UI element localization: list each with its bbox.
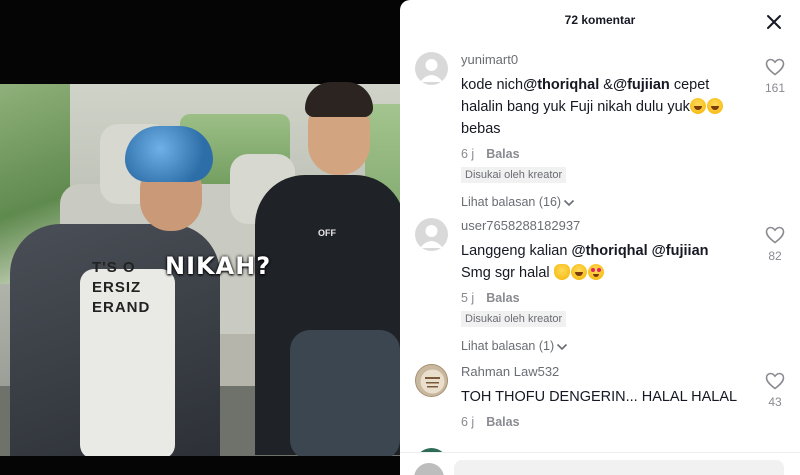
mention-link[interactable]: @fujiian (613, 77, 670, 93)
comments-header: 72 komentar (400, 0, 800, 42)
view-replies-label: Lihat balasan (1) (461, 339, 555, 353)
heart-icon[interactable] (765, 226, 785, 244)
view-replies-button[interactable]: Lihat balasan (16) (461, 195, 741, 209)
current-user-avatar (414, 463, 444, 475)
liked-by-creator-badge: Disukai oleh kreator (461, 167, 567, 183)
like-column: 43 (760, 372, 790, 409)
comment-time: 6 j (461, 415, 475, 429)
raising-hands-emoji-icon (554, 264, 571, 280)
mention-link[interactable]: @thoriqhal (523, 77, 599, 93)
close-icon[interactable] (766, 14, 782, 30)
reply-button[interactable]: Balas (486, 415, 519, 429)
video-letterbox-bottom (0, 456, 400, 475)
woman-hijab (125, 126, 213, 182)
hoodie-print: OFF (318, 228, 336, 238)
mention-link[interactable]: @thoriqhal (571, 243, 647, 259)
comment-input[interactable] (454, 460, 784, 475)
comment-username[interactable]: yunimart0 (461, 52, 741, 68)
comment-input-bar (400, 452, 800, 475)
comment-meta: 6 j Balas (461, 147, 741, 161)
avatar[interactable] (415, 364, 448, 397)
heart-icon[interactable] (765, 372, 785, 390)
view-replies-label: Lihat balasan (16) (461, 195, 562, 209)
heart-icon[interactable] (765, 58, 785, 76)
video-caption: NIKAH? (165, 252, 272, 280)
comment-text: Langgeng kalian @thoriqhal @fujiian Smg … (461, 240, 741, 284)
comment-meta: 6 j Balas (461, 415, 741, 429)
like-column: 161 (760, 58, 790, 95)
heart-eyes-emoji-icon (588, 264, 605, 280)
man-hair (305, 82, 373, 117)
comment-text: kode nich@thoriqhal &@fujiian cepet hala… (461, 74, 741, 140)
laugh-emoji-icon (571, 264, 588, 280)
laugh-emoji-icon (690, 98, 707, 114)
comment-text-segment: bebas (461, 121, 501, 137)
comment-count-title: 72 komentar (564, 13, 636, 27)
comment-username[interactable]: user7658288182937 (461, 218, 741, 234)
like-count: 82 (768, 249, 782, 263)
comment-text-segment: & (599, 77, 613, 93)
comment-text-segment: kode nich (461, 77, 524, 93)
comment-username[interactable]: Rahman Law532 (461, 364, 741, 380)
like-count: 161 (764, 81, 786, 95)
like-count: 43 (768, 395, 782, 409)
chevron-down-icon (557, 343, 568, 350)
comment-text: TOH THOFU DENGERIN... HALAL HALAL (461, 389, 738, 405)
comment-time: 5 j (461, 291, 475, 305)
chevron-down-icon (564, 199, 575, 206)
man-pants (290, 330, 400, 460)
comment-text-segment: Smg sgr halal (461, 265, 554, 281)
video-letterbox-top (0, 0, 400, 84)
laugh-emoji-icon (707, 98, 724, 114)
comment-time: 6 j (461, 147, 475, 161)
avatar[interactable] (415, 52, 448, 85)
comment-text-segment: Langgeng kalian (461, 243, 572, 259)
reply-button[interactable]: Balas (486, 147, 519, 161)
video-player[interactable]: T'S O ERSIZ ERAND OFF NIKAH? (0, 0, 400, 475)
comments-panel: 72 komentar yunimart0 kode nich@thoriqha… (400, 0, 800, 475)
shirt-print: T'S O ERSIZ ERAND (92, 259, 151, 316)
like-column: 82 (760, 226, 790, 263)
comment-meta: 5 j Balas (461, 291, 741, 305)
view-replies-button[interactable]: Lihat balasan (1) (461, 339, 741, 353)
liked-by-creator-badge: Disukai oleh kreator (461, 311, 567, 327)
mention-link[interactable]: @fujiian (652, 243, 709, 259)
avatar[interactable] (415, 218, 448, 251)
reply-button[interactable]: Balas (486, 291, 519, 305)
